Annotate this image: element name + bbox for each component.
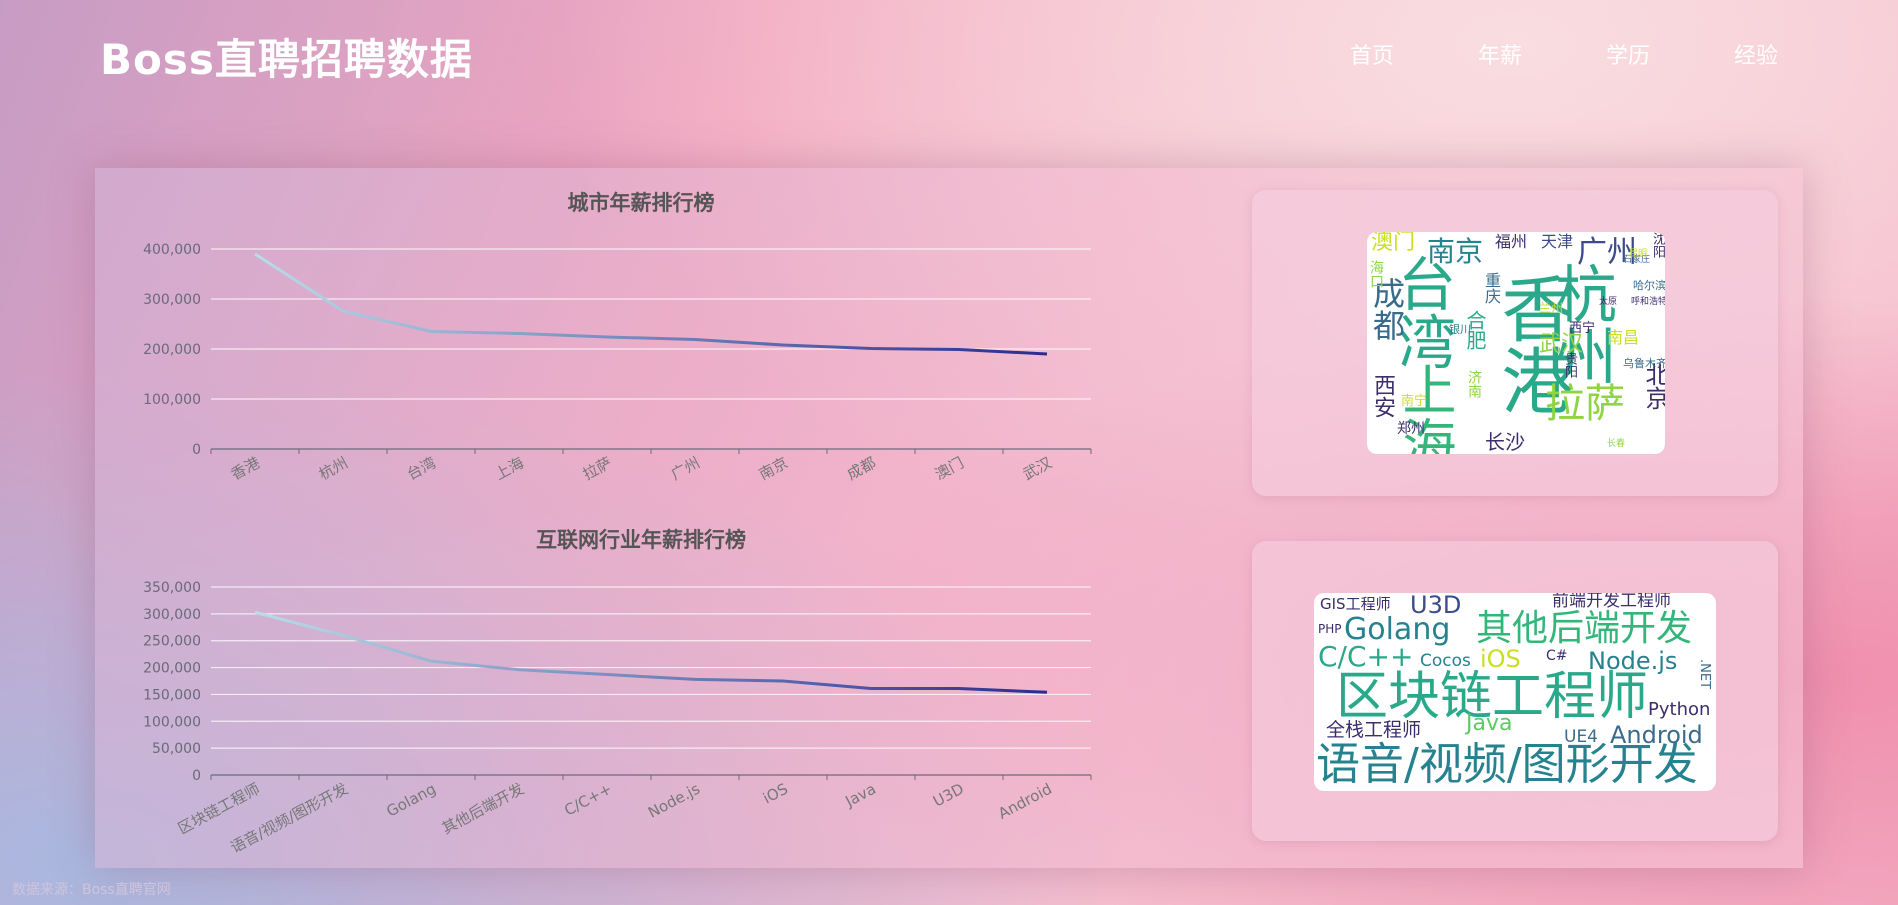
- nav-experience[interactable]: 经验: [1734, 38, 1778, 70]
- job-cloud-word: Android: [1610, 721, 1703, 749]
- city-cloud-word: 西安: [1370, 374, 1395, 418]
- y-tick-label: 200,000: [143, 661, 201, 677]
- city-wordcloud: 香港 杭州 台湾 上海 拉萨 成都 南京 广州 北京 武汉 西安 长沙 澳门 合肥 重庆 福州 天津 南昌 济南 海口…: [1367, 232, 1665, 454]
- nav-education[interactable]: 学历: [1606, 38, 1650, 70]
- job-cloud-word: C#: [1546, 648, 1568, 664]
- city-cloud-word: 沈阳: [1650, 232, 1665, 258]
- job-cloud-word: 语音/视频/图形开发: [1316, 739, 1698, 790]
- x-tick-label: 南京: [756, 454, 791, 484]
- job-cloud-word: 全栈工程师: [1326, 719, 1422, 741]
- city-cloud-word: 重庆: [1482, 272, 1501, 304]
- x-tick-label: U3D: [930, 780, 967, 811]
- city-cloud-word: 澳门: [1371, 232, 1416, 255]
- y-tick-label: 400,000: [143, 242, 201, 258]
- job-cloud-word: .NET: [1697, 659, 1712, 690]
- city-cloud-word: 郑州: [1397, 421, 1425, 437]
- city-cloud-word: 西宁: [1569, 321, 1596, 336]
- x-tick-label: 杭州: [316, 454, 351, 484]
- x-tick-label: 武汉: [1020, 454, 1055, 484]
- job-cloud-word: 前端开发工程师: [1552, 593, 1671, 611]
- job-wordcloud-card: 区块链工程师 语音/视频/图形开发 其他后端开发 Golang C/C++ Node.js…: [1252, 541, 1778, 841]
- data-source-note: 数据来源：Boss直聘官网: [12, 882, 171, 898]
- job-cloud-word: Java: [1466, 711, 1513, 736]
- job-cloud-word: Python: [1648, 699, 1711, 720]
- job-cloud-word: GIS工程师: [1320, 595, 1391, 613]
- x-tick-label: iOS: [760, 780, 791, 808]
- city-cloud-word: 拉萨: [1545, 381, 1625, 427]
- city-cloud-word: 太原: [1599, 297, 1618, 307]
- site-title: Boss直聘招聘数据: [100, 35, 473, 84]
- chart-title-1: 互联网行业年薪排行榜: [536, 528, 746, 552]
- y-tick-label: 50,000: [152, 741, 201, 757]
- job-cloud-word: 其他后端开发: [1476, 608, 1693, 649]
- y-tick-label: 300,000: [143, 292, 201, 308]
- city-cloud-word: 银川: [1449, 323, 1471, 336]
- city-cloud-word: 贵阳: [1562, 352, 1577, 378]
- y-tick-label: 100,000: [143, 714, 201, 730]
- job-cloud-word: U3D: [1410, 593, 1462, 619]
- main-panel: 城市年薪排行榜 0 100,000 200,000 300,000 400,000 香港 杭州…: [95, 168, 1803, 868]
- city-cloud-word: 天津: [1541, 232, 1574, 251]
- city-cloud-word: 兰州: [1539, 301, 1564, 315]
- city-cloud-word: 长春: [1607, 439, 1626, 449]
- job-cloud-word: UE4: [1564, 727, 1598, 747]
- x-tick-label: 其他后端开发: [439, 780, 527, 838]
- nav-home[interactable]: 首页: [1350, 38, 1394, 70]
- x-tick-label: Golang: [383, 780, 438, 821]
- series-line: [254, 610, 1048, 694]
- x-tick-label: Java: [842, 780, 879, 811]
- x-tick-label: Node.js: [645, 780, 703, 822]
- y-tick-label: 100,000: [143, 392, 201, 408]
- job-wordcloud: 区块链工程师 语音/视频/图形开发 其他后端开发 Golang C/C++ Node.js…: [1314, 593, 1716, 791]
- x-tick-label: 成都: [844, 454, 879, 484]
- y-tick-label: 150,000: [143, 687, 201, 703]
- city-cloud-word: 呼和浩特: [1631, 297, 1665, 307]
- header: Boss直聘招聘数据 首页 年薪 学历 经验: [0, 0, 1898, 110]
- city-cloud-word: 济南: [1466, 370, 1482, 398]
- city-cloud-word: 哈尔滨: [1633, 279, 1665, 292]
- job-cloud-word: Node.js: [1588, 647, 1678, 675]
- x-tick-label: Android: [995, 780, 1055, 823]
- job-cloud-word: PHP: [1318, 622, 1342, 636]
- x-tick-label: 台湾: [404, 454, 439, 484]
- city-cloud-word: 福州: [1495, 232, 1528, 251]
- y-tick-label: 300,000: [143, 607, 201, 623]
- city-cloud-word: 海口: [1368, 260, 1384, 288]
- chart-title-0: 城市年薪排行榜: [568, 191, 715, 215]
- nav-bar: 首页 年薪 学历 经验: [1266, 38, 1778, 70]
- city-cloud-word: 昆明: [1629, 249, 1648, 259]
- x-tick-label: 拉萨: [580, 454, 615, 484]
- x-tick-label: 广州: [668, 454, 703, 484]
- y-tick-label: 350,000: [143, 580, 201, 596]
- city-wordcloud-card: 香港 杭州 台湾 上海 拉萨 成都 南京 广州 北京 武汉 西安 长沙 澳门 合肥 重庆 福州 天津 南昌 济南 海口…: [1252, 190, 1778, 496]
- series-line: [254, 252, 1048, 356]
- job-cloud-word: iOS: [1480, 645, 1521, 673]
- x-tick-label: C/C++: [561, 780, 615, 820]
- y-tick-label: 200,000: [143, 342, 201, 358]
- y-tick-label: 0: [192, 768, 201, 784]
- city-cloud-word: 南京: [1427, 235, 1484, 268]
- city-cloud-word: 南昌: [1607, 328, 1640, 347]
- x-tick-label: 上海: [492, 454, 527, 484]
- y-tick-label: 250,000: [143, 634, 201, 650]
- job-cloud-word: Cocos: [1420, 651, 1471, 671]
- x-tick-label: 香港: [228, 454, 263, 484]
- city-cloud-word: 南宁: [1401, 394, 1428, 409]
- job-cloud-word: C/C++: [1318, 640, 1414, 673]
- nav-salary[interactable]: 年薪: [1478, 38, 1522, 70]
- y-tick-label: 0: [192, 442, 201, 458]
- city-cloud-word: 长沙: [1485, 430, 1525, 454]
- city-cloud-word: 乌鲁木齐: [1623, 357, 1665, 370]
- salary-charts: 城市年薪排行榜 0 100,000 200,000 300,000 400,000 香港 杭州…: [143, 191, 1092, 857]
- x-tick-label: 澳门: [932, 454, 967, 484]
